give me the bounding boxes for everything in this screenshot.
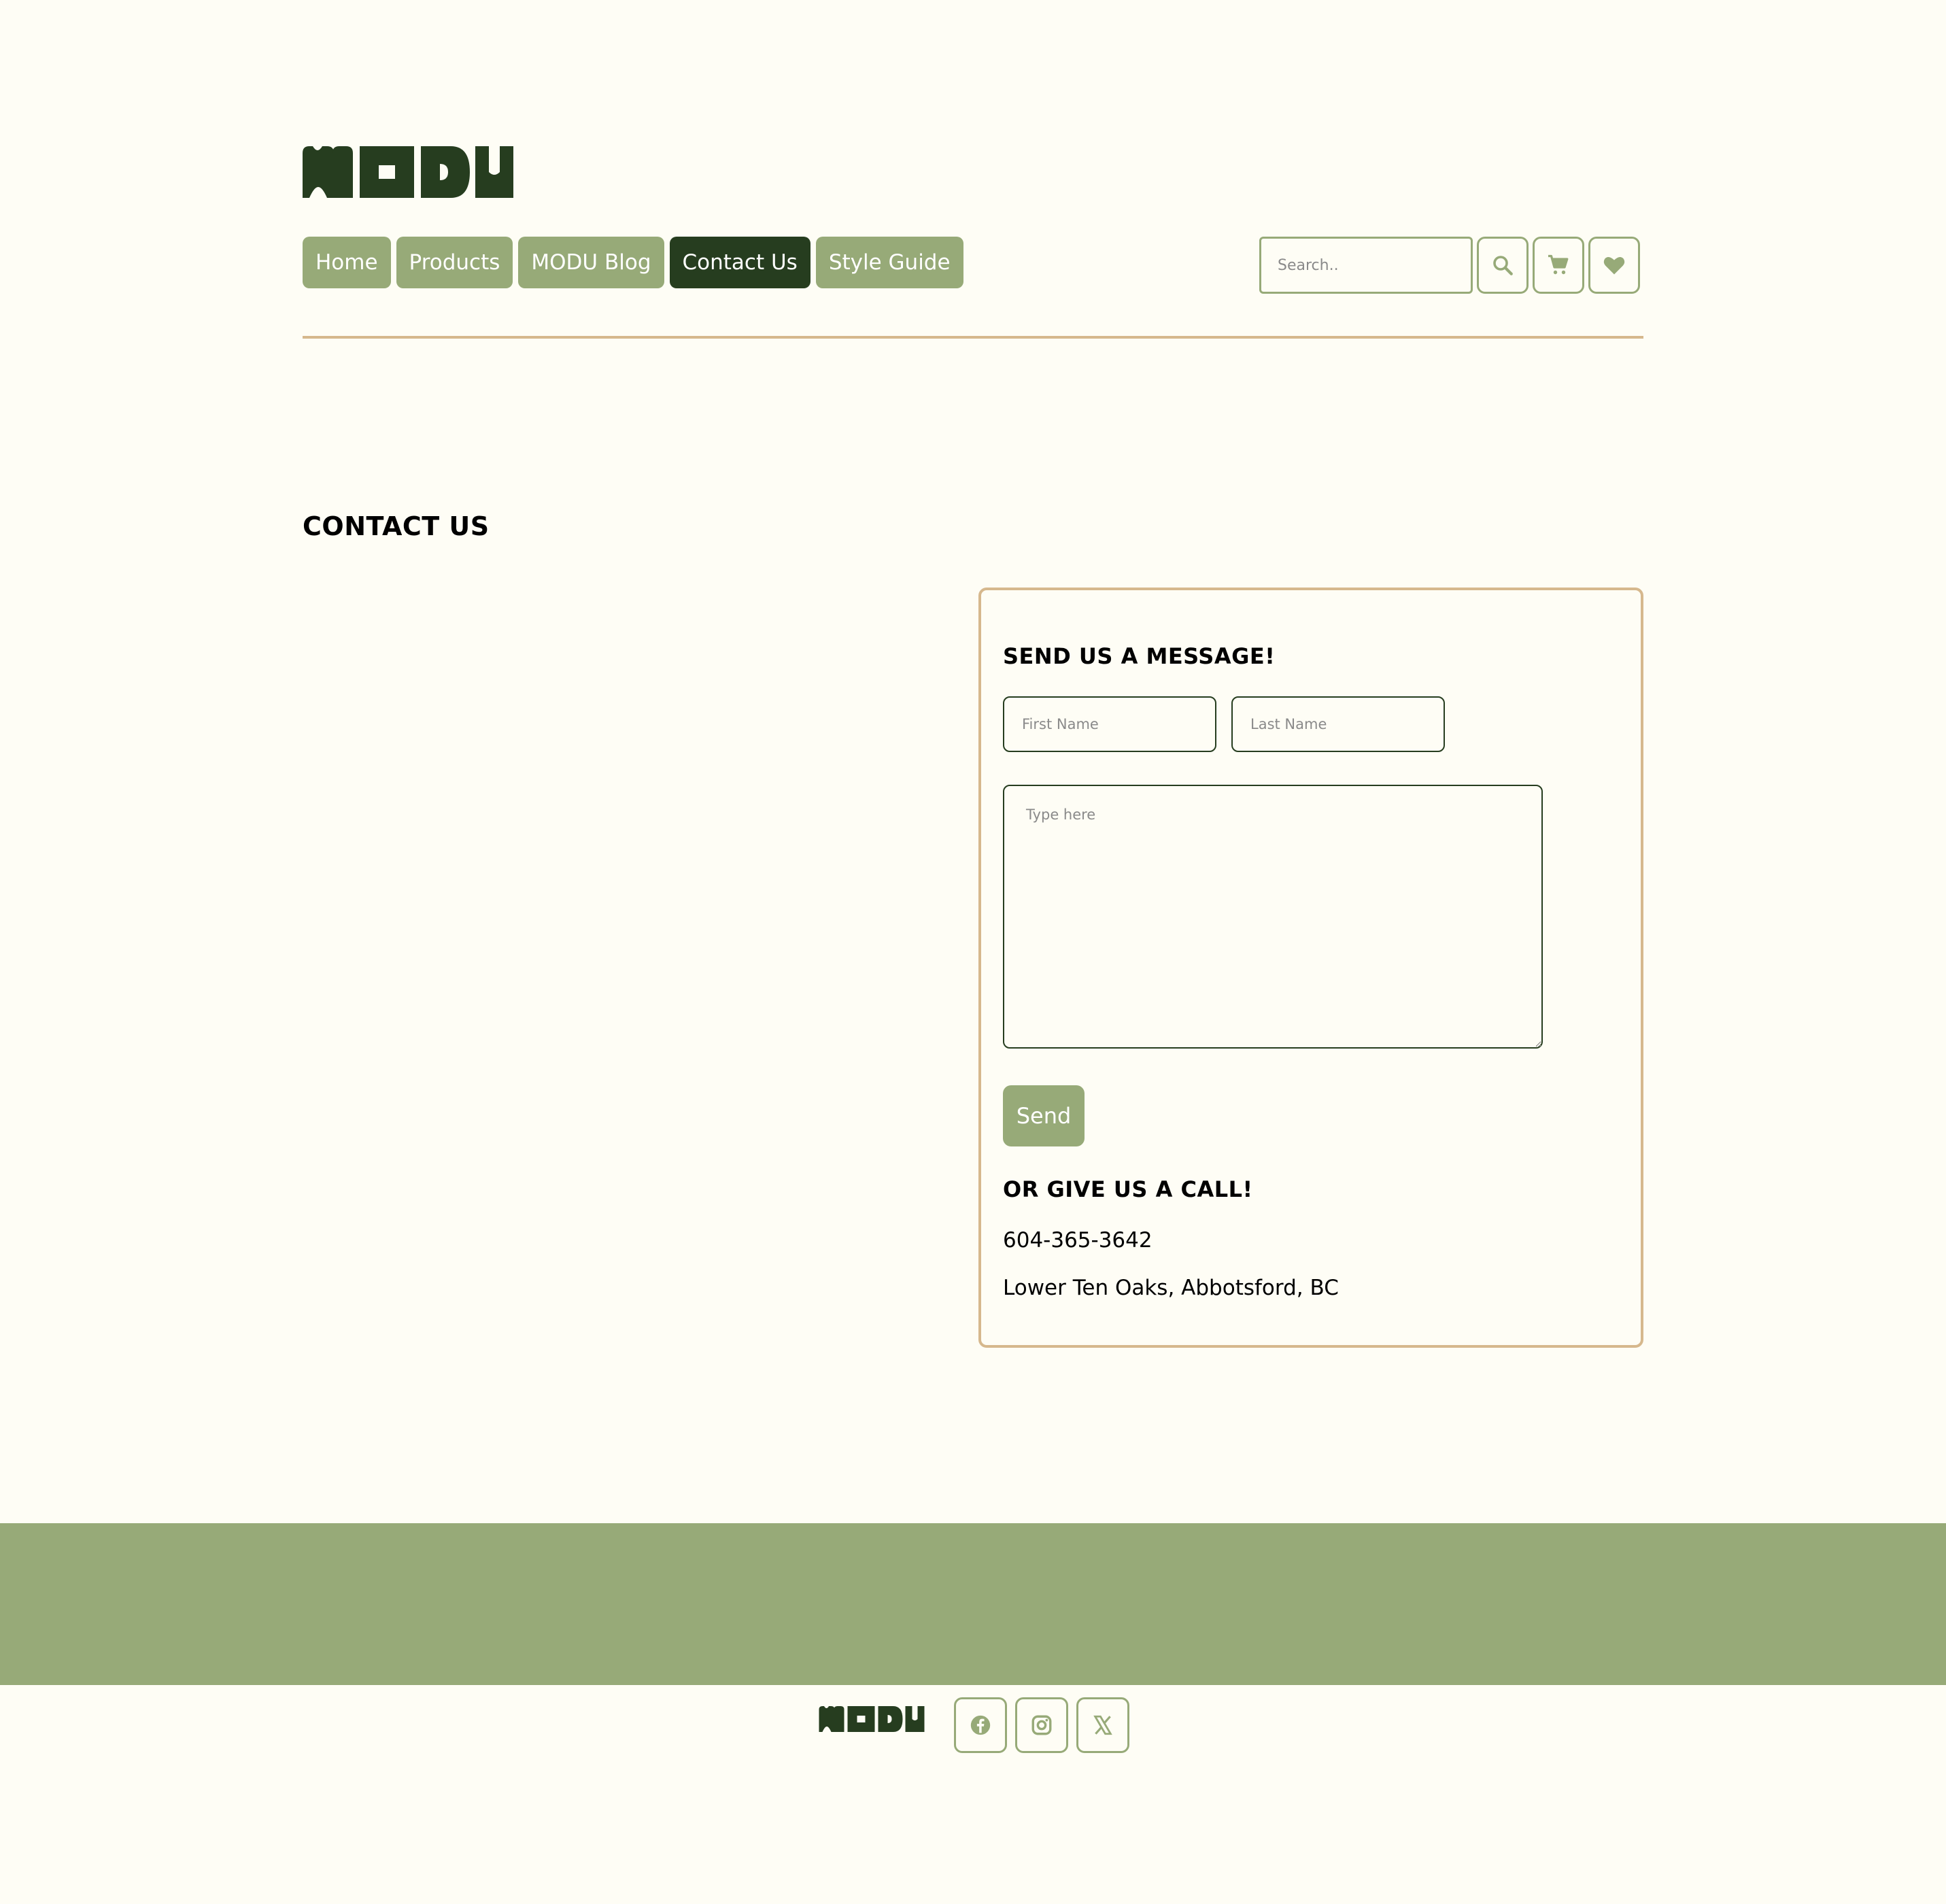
footer-logo[interactable]: [819, 1706, 925, 1732]
modu-logo[interactable]: [303, 146, 513, 198]
nav-item-contact-us[interactable]: Contact Us: [669, 237, 810, 288]
x-link[interactable]: [1076, 1697, 1129, 1753]
social-links: [954, 1697, 1129, 1753]
footer-band: [0, 1523, 1946, 1685]
header-actions: [1259, 237, 1640, 294]
message-textarea[interactable]: [1003, 785, 1543, 1049]
wishlist-button[interactable]: [1588, 237, 1640, 294]
modu-logo-icon: [303, 146, 513, 198]
send-button[interactable]: Send: [1003, 1085, 1085, 1146]
main-nav: Home Products MODU Blog Contact Us Style…: [303, 237, 963, 288]
nav-item-home[interactable]: Home: [303, 237, 391, 288]
modu-logo-icon: [819, 1706, 925, 1732]
phone-number: 604-365-3642: [1003, 1228, 1153, 1253]
cart-button[interactable]: [1533, 237, 1584, 294]
address: Lower Ten Oaks, Abbotsford, BC: [1003, 1276, 1339, 1300]
send-message-heading: SEND US A MESSAGE!: [1003, 643, 1276, 669]
facebook-icon: [970, 1715, 991, 1735]
call-heading: OR GIVE US A CALL!: [1003, 1176, 1253, 1202]
first-name-field[interactable]: [1003, 696, 1216, 752]
instagram-link[interactable]: [1015, 1697, 1068, 1753]
facebook-link[interactable]: [954, 1697, 1007, 1753]
nav-item-products[interactable]: Products: [396, 237, 513, 288]
page-title: CONTACT US: [303, 511, 490, 541]
nav-item-style-guide[interactable]: Style Guide: [815, 237, 963, 288]
search-icon: [1493, 256, 1513, 275]
search-button[interactable]: [1477, 237, 1529, 294]
header-divider: [303, 336, 1643, 339]
search-input[interactable]: [1259, 237, 1473, 294]
last-name-field[interactable]: [1231, 696, 1445, 752]
heart-icon: [1603, 256, 1625, 275]
cart-icon: [1548, 254, 1569, 275]
x-icon: [1093, 1715, 1112, 1735]
contact-card: SEND US A MESSAGE! Send OR GIVE US A CAL…: [978, 588, 1643, 1348]
instagram-icon: [1031, 1715, 1052, 1735]
nav-item-modu-blog[interactable]: MODU Blog: [518, 237, 664, 288]
